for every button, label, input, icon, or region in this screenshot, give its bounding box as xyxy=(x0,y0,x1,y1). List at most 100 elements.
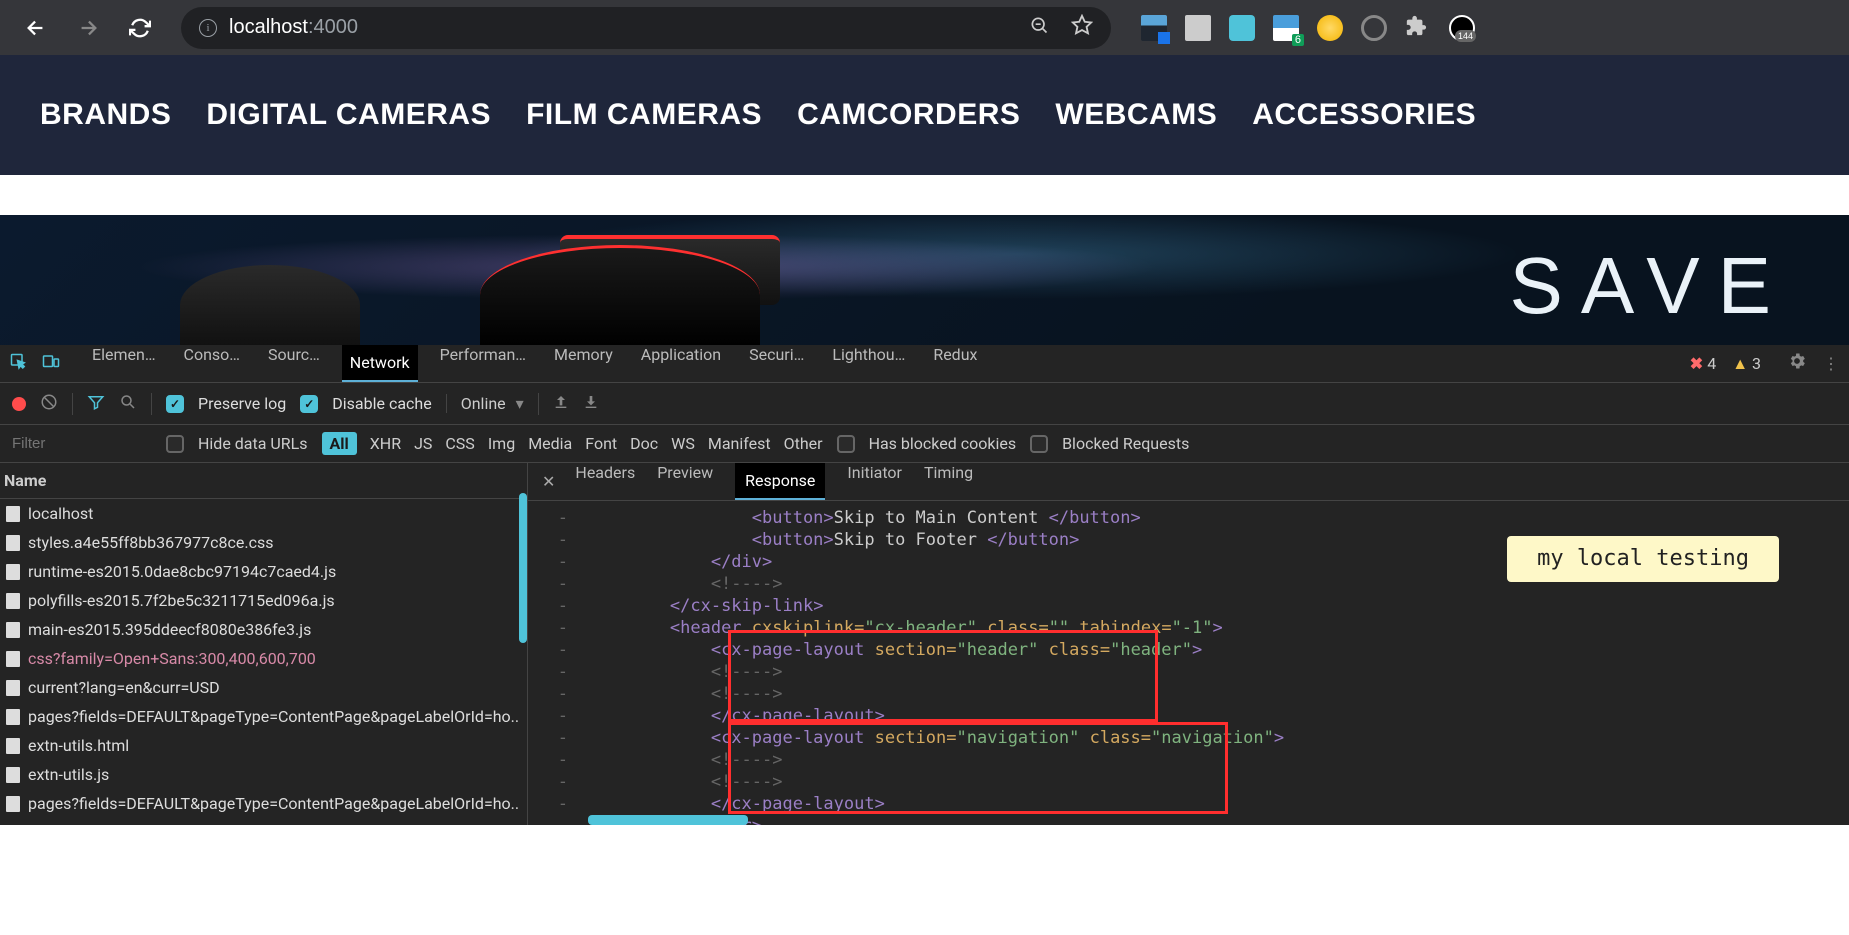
upload-icon[interactable] xyxy=(553,394,569,414)
request-row[interactable]: pages?fields=DEFAULT&pageType=ContentPag… xyxy=(0,702,527,731)
devtools-tab[interactable]: Elemen… xyxy=(86,345,162,382)
request-row[interactable]: current?lang=en&curr=USD xyxy=(0,818,527,825)
devtools-tab[interactable]: Sourc… xyxy=(262,345,326,382)
response-tab[interactable]: Initiator xyxy=(847,463,902,500)
request-name: extn-utils.js xyxy=(28,765,109,784)
record-button[interactable] xyxy=(12,397,26,411)
filter-type[interactable]: Media xyxy=(528,434,572,453)
devtools-tab[interactable]: Memory xyxy=(548,345,619,382)
response-tabs: ✕ Headers Preview Response Initiator Timing xyxy=(528,463,1849,501)
devtools-tab[interactable]: Redux xyxy=(927,345,983,382)
disable-cache-checkbox[interactable]: ✓ xyxy=(300,395,318,413)
request-name: pages?fields=DEFAULT&pageType=ContentPag… xyxy=(28,707,519,726)
request-row[interactable]: runtime-es2015.0dae8cbc97194c7caed4.js xyxy=(0,557,527,586)
devtools-settings-icon[interactable] xyxy=(1787,351,1807,376)
hide-data-urls-checkbox[interactable] xyxy=(166,435,184,453)
download-icon[interactable] xyxy=(583,394,599,414)
request-row[interactable]: pages?fields=DEFAULT&pageType=ContentPag… xyxy=(0,789,527,818)
profile-avatar[interactable] xyxy=(1449,15,1475,41)
devtools-tab[interactable]: Application xyxy=(635,345,727,382)
filter-type[interactable]: Doc xyxy=(630,434,658,453)
request-row[interactable]: polyfills-es2015.7f2be5c3211715ed096a.js xyxy=(0,586,527,615)
filter-toggle-icon[interactable] xyxy=(87,393,105,415)
preserve-log-checkbox[interactable]: ✓ xyxy=(166,395,184,413)
response-code-pane[interactable]: - <button>Skip to Main Content </button>… xyxy=(528,501,1849,825)
name-column-header[interactable]: Name xyxy=(0,463,527,499)
back-button[interactable] xyxy=(15,12,57,44)
file-icon xyxy=(6,767,20,783)
devtools-more-icon[interactable]: ⋮ xyxy=(1823,354,1839,373)
request-name: extn-utils.html xyxy=(28,736,129,755)
extension-icon[interactable] xyxy=(1185,15,1211,41)
request-row[interactable]: extn-utils.html xyxy=(0,731,527,760)
devtools-tabs: Elemen… Conso… Sourc… Network Performan… Memo… xyxy=(0,345,1849,383)
extensions-puzzle-icon[interactable] xyxy=(1405,15,1431,41)
extension-icon[interactable] xyxy=(1361,15,1387,41)
reload-button[interactable] xyxy=(119,12,161,44)
annotation-label: my local testing xyxy=(1507,536,1779,582)
nav-item[interactable]: FILM CAMERAS xyxy=(526,98,762,132)
extension-icon[interactable] xyxy=(1273,15,1299,41)
close-icon[interactable]: ✕ xyxy=(542,472,555,491)
devtools-tab[interactable]: Performan… xyxy=(434,345,532,382)
response-tab[interactable]: Timing xyxy=(924,463,973,500)
filter-type[interactable]: Img xyxy=(488,434,515,453)
preserve-log-label: Preserve log xyxy=(198,394,286,413)
request-row[interactable]: styles.a4e55ff8bb367977c8ce.css xyxy=(0,528,527,557)
request-row[interactable]: css?family=Open+Sans:300,400,600,700 xyxy=(0,644,527,673)
nav-item[interactable]: ACCESSORIES xyxy=(1252,98,1476,132)
address-bar[interactable]: i localhost:4000 xyxy=(181,7,1111,49)
scrollbar[interactable] xyxy=(519,493,527,643)
filter-type[interactable]: JS xyxy=(414,434,432,453)
file-icon xyxy=(6,564,20,580)
filter-type[interactable]: Other xyxy=(784,434,823,453)
filter-type[interactable]: Font xyxy=(585,434,617,453)
throttle-select[interactable]: Online xyxy=(461,394,506,413)
response-tab[interactable]: Preview xyxy=(657,463,713,500)
response-tab[interactable]: Headers xyxy=(575,463,635,500)
filter-type[interactable]: WS xyxy=(671,434,695,453)
error-count[interactable]: ✖ 4 xyxy=(1690,354,1716,373)
nav-item[interactable]: DIGITAL CAMERAS xyxy=(206,98,491,132)
blocked-cookies-checkbox[interactable] xyxy=(837,435,855,453)
request-name: styles.a4e55ff8bb367977c8ce.css xyxy=(28,533,273,552)
request-name: current?lang=en&curr=USD xyxy=(28,823,220,825)
warning-count[interactable]: ▲ 3 xyxy=(1732,354,1761,374)
request-name: localhost xyxy=(28,504,93,523)
device-toolbar-icon[interactable] xyxy=(42,353,60,375)
forward-button[interactable] xyxy=(67,12,109,44)
chevron-down-icon[interactable]: ▾ xyxy=(516,394,524,413)
clear-button[interactable] xyxy=(40,393,58,415)
browser-toolbar: i localhost:4000 xyxy=(0,0,1849,55)
extension-icon[interactable] xyxy=(1141,15,1167,41)
devtools-tab[interactable]: Conso… xyxy=(178,345,246,382)
search-icon[interactable] xyxy=(119,393,137,415)
nav-item[interactable]: WEBCAMS xyxy=(1055,98,1217,132)
devtools-tab[interactable]: Securi… xyxy=(743,345,810,382)
request-row[interactable]: main-es2015.395ddeecf8080e386fe3.js xyxy=(0,615,527,644)
request-row[interactable]: extn-utils.js xyxy=(0,760,527,789)
filter-type[interactable]: XHR xyxy=(370,434,401,453)
response-tab[interactable]: Response xyxy=(735,463,825,500)
devtools-tab[interactable]: Network xyxy=(342,345,418,382)
file-icon xyxy=(6,738,20,754)
filter-input[interactable] xyxy=(12,435,152,452)
extension-icon[interactable] xyxy=(1229,15,1255,41)
request-name: css?family=Open+Sans:300,400,600,700 xyxy=(28,649,316,668)
nav-item[interactable]: CAMCORDERS xyxy=(797,98,1020,132)
bookmark-star-icon[interactable] xyxy=(1071,14,1093,42)
inspect-element-icon[interactable] xyxy=(10,353,28,375)
request-row[interactable]: localhost xyxy=(0,499,527,528)
filter-type[interactable]: CSS xyxy=(445,434,474,453)
scrollbar[interactable] xyxy=(588,815,748,825)
filter-type[interactable]: Manifest xyxy=(708,434,771,453)
nav-item[interactable]: BRANDS xyxy=(40,98,171,132)
request-row[interactable]: current?lang=en&curr=USD xyxy=(0,673,527,702)
devtools-tab[interactable]: Lighthou… xyxy=(826,345,911,382)
filter-type[interactable]: All xyxy=(322,432,357,455)
zoom-icon[interactable] xyxy=(1029,15,1049,41)
site-info-icon[interactable]: i xyxy=(199,19,217,37)
extension-icon[interactable] xyxy=(1317,15,1343,41)
blocked-requests-checkbox[interactable] xyxy=(1030,435,1048,453)
file-icon xyxy=(6,680,20,696)
